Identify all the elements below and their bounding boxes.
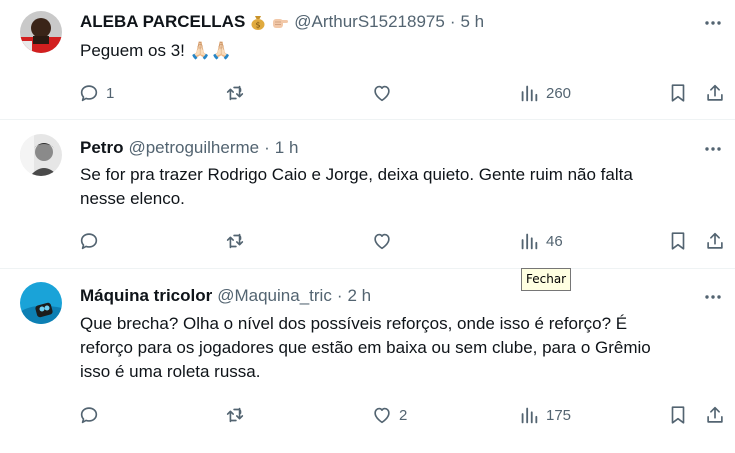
tweet[interactable]: ALEBA PARCELLAS $ @ArthurS15218975 · 5 h…	[0, 0, 735, 119]
views-button[interactable]: 175	[518, 402, 571, 428]
retweet-icon	[226, 85, 244, 101]
reply-button[interactable]	[78, 402, 106, 428]
avatar-image	[20, 282, 62, 324]
reply-count: 1	[106, 84, 115, 102]
bookmark-button[interactable]	[667, 228, 689, 254]
share-icon	[707, 232, 723, 249]
share-icon	[707, 84, 723, 101]
close-tooltip: Fechar	[521, 268, 572, 291]
tweet-text: Se for pra trazer Rodrigo Caio e Jorge, …	[80, 163, 710, 211]
view-count: 175	[546, 406, 572, 424]
heart-icon	[374, 85, 390, 102]
avatar-image	[20, 11, 62, 53]
tweet-text-line: Se for pra trazer Rodrigo Caio e Jorge, …	[80, 165, 633, 184]
more-options-button[interactable]	[701, 12, 725, 34]
display-name[interactable]: Máquina tricolor	[80, 286, 212, 306]
avatar[interactable]	[20, 134, 62, 176]
retweet-icon	[226, 407, 244, 423]
ellipsis-icon	[705, 295, 721, 299]
reply-button[interactable]: 1	[78, 80, 114, 106]
share-button[interactable]	[704, 80, 726, 106]
tweet-actions: 46	[78, 228, 730, 254]
bookmark-button[interactable]	[667, 402, 689, 428]
tweet-actions: 1 260	[78, 80, 730, 106]
tweet-text-line: nesse elenco.	[80, 189, 185, 208]
like-button[interactable]: 2	[371, 402, 407, 428]
ellipsis-icon	[705, 21, 721, 25]
view-count: 46	[546, 232, 563, 250]
like-button[interactable]	[371, 228, 399, 254]
separator-dot: ·	[264, 138, 270, 157]
reply-icon	[80, 85, 98, 102]
tweet-text: Que brecha? Olha o nível dos possíveis r…	[80, 312, 710, 384]
user-handle[interactable]: @ArthurS15218975	[294, 12, 445, 32]
share-button[interactable]	[704, 402, 726, 428]
user-handle[interactable]: @Maquina_tric	[217, 286, 332, 306]
pointing-hand-emoji-icon	[273, 19, 289, 28]
analytics-icon	[521, 233, 538, 250]
separator-dot: ·	[449, 12, 456, 31]
tweet-text: Peguem os 3! 🙏🏻🙏🏻	[80, 39, 710, 63]
retweet-icon	[226, 233, 244, 249]
heart-icon	[374, 233, 390, 250]
views-button[interactable]: 260	[518, 80, 571, 106]
avatar-image	[20, 134, 62, 176]
reply-icon	[80, 407, 98, 424]
share-icon	[707, 406, 723, 423]
reply-icon	[80, 233, 98, 250]
avatar[interactable]	[20, 282, 62, 324]
tweet-text-line: isso é uma roleta russa.	[80, 362, 261, 381]
display-name[interactable]: Petro	[80, 138, 123, 158]
tweet-text-line: reforço para os jogadores que estão em b…	[80, 338, 651, 357]
separator-dot: ·	[336, 286, 343, 305]
tweet[interactable]: Máquina tricolor @Maquina_tric · 2 h Que…	[0, 269, 735, 453]
ellipsis-icon	[705, 147, 721, 151]
retweet-button[interactable]	[224, 402, 252, 428]
timestamp[interactable]: 5 h	[460, 12, 484, 32]
view-count: 260	[546, 84, 572, 102]
tweet-text-line: Peguem os 3! 🙏🏻🙏🏻	[80, 41, 232, 60]
tweet-text-line: Que brecha? Olha o nível dos possíveis r…	[80, 314, 628, 333]
bookmark-button[interactable]	[667, 80, 689, 106]
bookmark-icon	[671, 406, 685, 424]
more-options-button[interactable]	[701, 286, 725, 308]
svg-text:$: $	[256, 21, 261, 30]
analytics-icon	[521, 407, 538, 424]
avatar[interactable]	[20, 11, 62, 53]
retweet-button[interactable]	[224, 80, 252, 106]
user-handle[interactable]: @petroguilherme	[128, 138, 259, 158]
bookmark-icon	[671, 232, 685, 250]
tweet[interactable]: Petro @petroguilherme · 1 h Se for pra t…	[0, 120, 735, 268]
reply-button[interactable]	[78, 228, 106, 254]
heart-icon	[374, 407, 390, 424]
like-button[interactable]	[371, 80, 399, 106]
timestamp[interactable]: 2 h	[348, 286, 372, 306]
display-name[interactable]: ALEBA PARCELLAS	[80, 12, 245, 32]
share-button[interactable]	[704, 228, 726, 254]
views-button[interactable]: 46	[518, 228, 563, 254]
like-count: 2	[399, 406, 408, 424]
money-bag-emoji-icon: $	[251, 16, 265, 30]
retweet-button[interactable]	[224, 228, 252, 254]
more-options-button[interactable]	[701, 138, 725, 160]
bookmark-icon	[671, 84, 685, 102]
analytics-icon	[521, 85, 538, 102]
timestamp[interactable]: 1 h	[275, 138, 299, 158]
tweet-actions: 2 175	[78, 402, 730, 428]
